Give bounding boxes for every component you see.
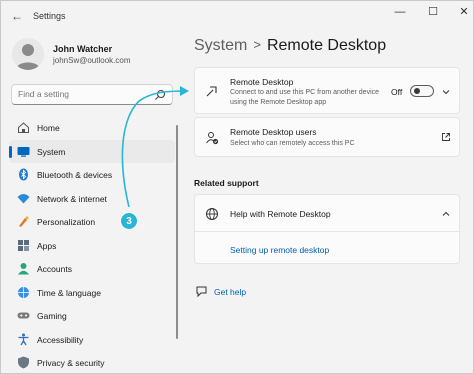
chevron-up-icon[interactable] — [441, 209, 451, 219]
sidebar-item-label: Time & language — [37, 287, 101, 298]
related-support-heading: Related support — [194, 178, 259, 188]
breadcrumb: System > Remote Desktop — [194, 37, 386, 55]
sidebar-item-label: Network & internet — [37, 193, 107, 204]
sidebar-item-privacy-security[interactable]: Privacy & security — [9, 351, 175, 374]
page-title: Remote Desktop — [266, 37, 387, 54]
minimize-button[interactable]: — — [389, 5, 411, 19]
home-icon — [18, 122, 29, 133]
remote-desktop-card[interactable]: Remote Desktop Connect to and use this P… — [194, 67, 460, 114]
maximize-button[interactable]: ☐ — [422, 5, 444, 19]
remote-desktop-toggle[interactable] — [410, 85, 434, 97]
wifi-icon — [17, 193, 30, 203]
sidebar-item-label: Privacy & security — [37, 358, 105, 368]
sidebar-item-system[interactable]: System — [9, 139, 175, 163]
gamepad-icon — [17, 312, 30, 319]
sidebar-item-label: Apps — [37, 240, 57, 251]
toggle-state-label: Off — [391, 87, 403, 97]
sidebar-item-home[interactable]: Home — [9, 116, 175, 140]
person-icon — [16, 44, 40, 70]
sidebar-scrollbar[interactable] — [176, 125, 178, 339]
remote-desktop-title: Remote Desktop — [230, 77, 294, 87]
system-icon — [17, 146, 30, 157]
sidebar-item-network[interactable]: Network & internet — [9, 187, 175, 211]
sidebar-item-label: Accounts — [37, 264, 72, 274]
bluetooth-icon — [19, 168, 28, 181]
globe-icon — [206, 208, 218, 220]
globe-clock-icon — [18, 286, 29, 298]
get-help-icon[interactable] — [195, 285, 208, 298]
remote-users-title: Remote Desktop users — [230, 127, 317, 137]
toggle-knob — [414, 88, 420, 94]
search-input[interactable] — [18, 89, 148, 99]
apps-icon — [18, 239, 29, 251]
shield-icon — [18, 356, 29, 369]
user-name: John Watcher — [53, 44, 113, 54]
search-icon[interactable] — [154, 89, 166, 101]
sidebar-item-accessibility[interactable]: Accessibility — [9, 328, 175, 352]
divider — [195, 231, 459, 232]
avatar[interactable] — [12, 38, 44, 70]
help-title[interactable]: Help with Remote Desktop — [230, 209, 331, 219]
sidebar-item-label: Home — [37, 123, 60, 133]
sidebar-item-accounts[interactable]: Accounts — [9, 257, 175, 281]
sidebar-item-label: Bluetooth & devices — [37, 170, 113, 180]
sidebar-item-label: Gaming — [37, 311, 67, 321]
window-title: Settings — [33, 11, 66, 21]
user-email: johnSw@outlook.com — [53, 56, 131, 65]
external-link-icon[interactable] — [441, 132, 451, 142]
remote-desktop-description: Connect to and use this PC from another … — [230, 89, 380, 106]
accounts-icon — [18, 263, 29, 275]
search-box[interactable] — [11, 84, 173, 105]
sidebar-item-label: Accessibility — [37, 334, 84, 345]
close-button[interactable]: ✕ — [453, 5, 474, 19]
back-arrow-icon[interactable]: ← — [9, 8, 25, 24]
remote-users-description: Select who can remotely access this PC — [230, 140, 355, 147]
brush-icon — [19, 216, 29, 227]
sidebar-item-label: Personalization — [37, 217, 96, 227]
title-bar: ← Settings — ☐ ✕ — [1, 1, 473, 31]
sidebar-item-gaming[interactable]: Gaming — [9, 304, 175, 328]
get-help-link[interactable]: Get help — [214, 287, 246, 297]
sidebar-item-apps[interactable]: Apps — [9, 234, 175, 258]
remote-desktop-icon — [206, 86, 217, 97]
users-icon — [206, 132, 219, 145]
sidebar-item-time-language[interactable]: Time & language — [9, 281, 175, 305]
sidebar-nav: Home System Bluetooth & devices Network … — [9, 116, 175, 374]
chevron-down-icon[interactable] — [441, 87, 451, 97]
help-card: Help with Remote Desktop Setting up remo… — [194, 194, 460, 264]
help-link[interactable]: Setting up remote desktop — [230, 245, 329, 255]
accessibility-icon — [18, 333, 29, 345]
remote-desktop-users-card[interactable]: Remote Desktop users Select who can remo… — [194, 117, 460, 157]
sidebar-item-label: System — [37, 146, 66, 157]
breadcrumb-separator: > — [253, 37, 261, 52]
sidebar-item-personalization[interactable]: Personalization — [9, 210, 175, 234]
sidebar-item-bluetooth[interactable]: Bluetooth & devices — [9, 163, 175, 187]
settings-window: ← Settings — ☐ ✕ John Watcher johnSw@out… — [0, 0, 474, 374]
breadcrumb-parent[interactable]: System — [194, 37, 247, 54]
step-badge: 3 — [120, 212, 138, 230]
